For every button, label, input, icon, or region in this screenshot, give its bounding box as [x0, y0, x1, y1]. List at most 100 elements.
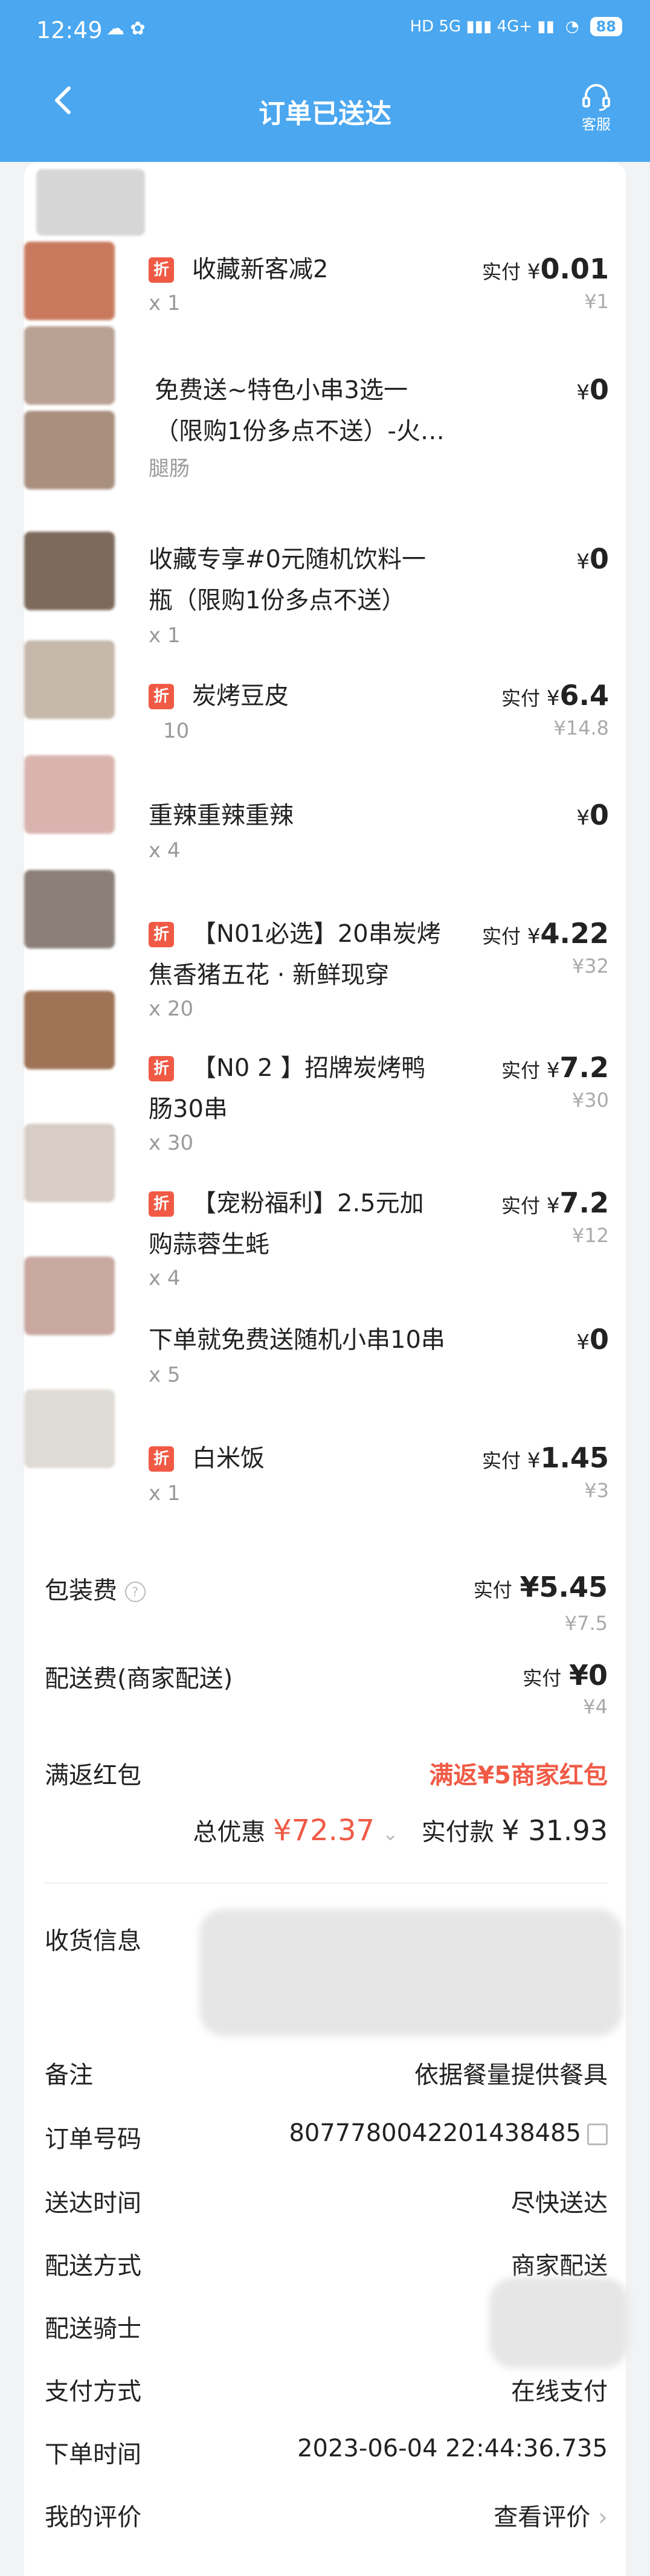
- item-price: 实付 ¥6.4: [501, 679, 609, 712]
- item-name: 收藏新客减2: [192, 256, 329, 283]
- delivery-method-label: 配送方式: [45, 2252, 141, 2280]
- order-item[interactable]: 下单就免费送随机小串10串 x 5 ¥0: [0, 1319, 650, 1440]
- item-name: 重辣重辣重辣: [149, 802, 294, 829]
- order-item[interactable]: 折 【N01必选】20串炭烤 焦香猪五花 · 新鲜现穿 x 20 实付 ¥4.22…: [0, 913, 650, 1034]
- item-qty: x 4: [149, 839, 181, 863]
- order-time-row: 下单时间 2023-06-04 22:44:36.735: [45, 2435, 608, 2470]
- discount-tag: 折: [149, 1191, 174, 1217]
- order-item[interactable]: 收藏专享#0元随机饮料一 瓶（限购1份多点不送） x 1 ¥0: [0, 539, 650, 660]
- rider-label: 配送骑士: [45, 2315, 141, 2343]
- customer-service-button[interactable]: 客服: [575, 83, 617, 134]
- discount-tag: 折: [149, 1446, 174, 1472]
- pay-method-value: 在线支付: [511, 2378, 608, 2406]
- order-time-value: 2023-06-04 22:44:36.735: [297, 2435, 608, 2462]
- cashback-label: 满返红包: [45, 1762, 141, 1789]
- item-qty: x 1: [149, 1481, 181, 1505]
- item-qty: 10: [163, 719, 190, 743]
- item-qty: x 4: [149, 1266, 181, 1290]
- order-item[interactable]: 折 【宠粉福利】2.5元加 购蒜蓉生蚝 x 4 实付 ¥7.2 ¥12: [0, 1183, 650, 1304]
- item-qty: x 1: [149, 291, 181, 315]
- signal-icons: HD 5G ▮▮▮ 4G+ ▮▮: [410, 18, 555, 36]
- item-name: 免费送~特色小串3选一 （限购1份多点不送）-火…: [155, 376, 445, 445]
- order-number-value: 8077780042201438485: [289, 2119, 608, 2147]
- delivery-time-label: 送达时间: [45, 2189, 141, 2217]
- battery-level: 88: [590, 17, 622, 36]
- cashback-row: 满返红包 满返¥5商家红包: [45, 1756, 608, 1791]
- item-name: 下单就免费送随机小串10串: [149, 1326, 445, 1354]
- item-price: 实付 ¥1.45: [482, 1441, 609, 1474]
- paid-label: 实付款: [421, 1818, 494, 1846]
- item-original-price: ¥14.8: [553, 716, 609, 739]
- chevron-right-icon: ›: [598, 2504, 608, 2531]
- item-price: ¥0: [576, 799, 609, 831]
- item-price: 实付 ¥4.22: [482, 917, 609, 950]
- item-price: ¥0: [576, 543, 609, 575]
- wifi-icon: ◔: [565, 18, 579, 36]
- thumbnail-1: [36, 169, 145, 236]
- item-price: 实付 ¥0.01: [482, 253, 609, 285]
- item-original-price: ¥32: [571, 955, 609, 977]
- copy-icon[interactable]: [587, 2124, 608, 2145]
- delivery-method-row: 配送方式 商家配送: [45, 2246, 608, 2281]
- delivery-time-value: 尽快送达: [511, 2189, 608, 2217]
- order-item[interactable]: 折 炭烤豆皮 10 实付 ¥6.4 ¥14.8: [0, 675, 650, 796]
- review-row[interactable]: 我的评价 查看评价 ›: [45, 2497, 608, 2533]
- delivery-fee-original: ¥4: [583, 1695, 608, 1718]
- item-qty: x 20: [149, 997, 194, 1021]
- item-price: ¥0: [576, 373, 609, 406]
- order-item[interactable]: 免费送~特色小串3选一 （限购1份多点不送）-火… 腿肠 ¥0: [0, 370, 650, 491]
- receiver-label: 收货信息: [45, 1927, 141, 1955]
- item-original-price: ¥30: [571, 1089, 609, 1112]
- info-icon[interactable]: ?: [124, 1582, 146, 1602]
- discount-tag: 折: [149, 1056, 174, 1081]
- packaging-fee-value: 实付 ¥5.45: [473, 1571, 608, 1603]
- order-item[interactable]: 重辣重辣重辣 x 4 ¥0: [0, 795, 650, 916]
- order-item[interactable]: 折 收藏新客减2 x 1 实付 ¥0.01 ¥1: [0, 249, 650, 370]
- cashback-value: 满返¥5商家红包: [429, 1762, 608, 1789]
- item-qty: x 1: [149, 623, 181, 648]
- order-totals: 总优惠 ¥72.37 ⌄ 实付款 ¥ 31.93: [0, 1812, 608, 1847]
- item-name: 白米饭: [192, 1444, 265, 1472]
- note-row: 备注 依据餐量提供餐具: [45, 2055, 608, 2090]
- pay-method-row: 支付方式 在线支付: [45, 2372, 608, 2407]
- review-link[interactable]: 查看评价 ›: [494, 2497, 608, 2533]
- item-name: 收藏专享#0元随机饮料一 瓶（限购1份多点不送）: [149, 546, 426, 614]
- discount-amount[interactable]: ¥72.37: [273, 1814, 375, 1847]
- packaging-fee-label: 包装费: [45, 1577, 117, 1605]
- order-number-label: 订单号码: [45, 2125, 141, 2153]
- order-item[interactable]: 折 【N0 2 】招牌炭烤鸭 肠30串 x 30 实付 ¥7.2 ¥30: [0, 1048, 650, 1168]
- paid-amount: ¥ 31.93: [501, 1814, 608, 1847]
- item-price: 实付 ¥7.2: [501, 1051, 609, 1084]
- order-number-row: 订单号码 8077780042201438485: [45, 2119, 608, 2154]
- item-qty: x 30: [149, 1131, 194, 1155]
- headset-icon: [582, 84, 610, 111]
- service-label: 客服: [582, 116, 611, 133]
- item-qty: x 5: [149, 1363, 181, 1387]
- discount-tag: 折: [149, 257, 174, 283]
- note-label: 备注: [45, 2061, 93, 2089]
- item-price: ¥0: [576, 1323, 609, 1356]
- item-original-price: ¥1: [584, 290, 609, 313]
- delivery-time-row: 送达时间 尽快送达: [45, 2183, 608, 2218]
- packaging-fee-row: 包装费 ? 实付 ¥5.45: [45, 1571, 608, 1606]
- item-qty: 腿肠: [149, 457, 190, 481]
- discount-tag: 折: [149, 684, 174, 709]
- delivery-fee-row: 配送费(商家配送) 实付 ¥0: [45, 1659, 608, 1694]
- item-price: 实付 ¥7.2: [501, 1187, 609, 1219]
- packaging-fee-original: ¥7.5: [564, 1612, 608, 1635]
- divider: [45, 1882, 608, 1884]
- note-value: 依据餐量提供餐具: [414, 2061, 608, 2089]
- discount-tag: 折: [149, 922, 174, 947]
- rider-info-redacted: [489, 2278, 628, 2368]
- review-label: 我的评价: [45, 2504, 141, 2531]
- status-right: HD 5G ▮▮▮ 4G+ ▮▮ ◔ 88: [410, 17, 622, 36]
- item-original-price: ¥12: [571, 1224, 609, 1247]
- delivery-fee-value: 实付 ¥0: [523, 1659, 608, 1692]
- item-name: 炭烤豆皮: [192, 682, 289, 710]
- pay-method-label: 支付方式: [45, 2378, 141, 2406]
- chevron-down-icon[interactable]: ⌄: [382, 1822, 399, 1845]
- order-item[interactable]: 折 白米饭 x 1 实付 ¥1.45 ¥3: [0, 1438, 650, 1559]
- item-name: 【N01必选】20串炭烤 焦香猪五花 · 新鲜现穿: [149, 920, 441, 989]
- discount-label: 总优惠: [193, 1818, 266, 1846]
- item-original-price: ¥3: [584, 1479, 609, 1502]
